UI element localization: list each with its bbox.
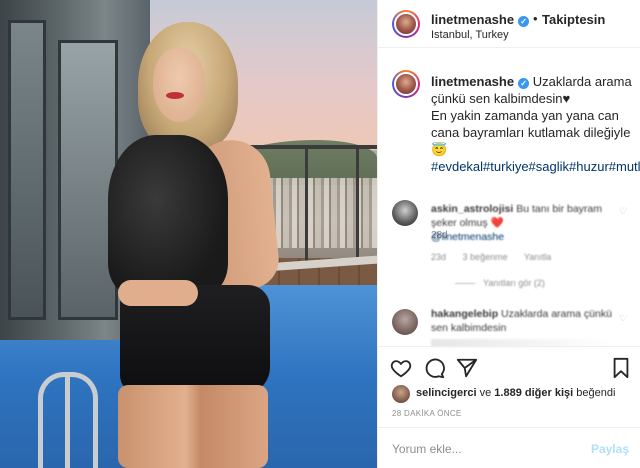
action-bar (378, 346, 640, 386)
view-replies-button[interactable]: Yanıtları gör (2) (455, 278, 545, 288)
comment-input[interactable] (392, 438, 582, 460)
photo-person-top (108, 135, 228, 295)
commenter-username[interactable]: askin_astrolojisi (431, 203, 513, 215)
bookmark-icon[interactable] (610, 357, 632, 379)
likes-summary: selincigerci ve 1.889 diğer kişi beğendi (378, 384, 640, 404)
photo-person-hands (118, 280, 198, 306)
header-separator: • (533, 11, 538, 26)
follow-status-button[interactable]: Takiptesin (542, 12, 605, 27)
verified-badge-icon: ✓ (518, 16, 530, 27)
share-icon[interactable] (456, 357, 478, 379)
post-header: linetmenashe ✓ • Takiptesin Istanbul, Tur… (378, 0, 640, 48)
photo-railing-post (356, 145, 359, 265)
heart-icon[interactable] (390, 357, 412, 379)
post-comment-button[interactable]: Paylaş (591, 442, 629, 456)
caption-text: linetmenashe ✓ Uzaklarda arama çünkü sen … (431, 73, 640, 175)
likes-connector: ve (479, 387, 492, 399)
comment-mention[interactable]: @linetmenashe (431, 231, 504, 243)
comment-likes[interactable]: 3 beğenme (463, 252, 508, 262)
comment-composer: Paylaş (378, 427, 640, 468)
photo-window (8, 20, 46, 320)
liker-avatar[interactable] (392, 385, 410, 403)
comment-like-icon[interactable]: ♡ (619, 206, 629, 216)
caption-line-2: En yakin zamanda yan yana can cana bayra… (431, 108, 631, 157)
post-date: 28 DAKİKA ÖNCE (392, 409, 462, 418)
instagram-post: linetmenashe ✓ • Takiptesin Istanbul, Tur… (0, 0, 640, 468)
comment-like-icon[interactable]: ♡ (619, 313, 629, 323)
likes-suffix: beğendi (576, 387, 616, 399)
photo-person-face (153, 48, 205, 122)
photo-person-lips (166, 92, 184, 99)
profile-avatar[interactable] (392, 10, 420, 38)
comment-time: 23d (431, 252, 447, 262)
comment-text: hakangelebip Uzaklarda arama çünkü sen k… (431, 307, 616, 335)
comment-text: askin_astrolojisi Bu tanı bir bayram şek… (431, 202, 616, 244)
liker-username[interactable]: selincigerci (416, 387, 477, 399)
photo-railing-post (305, 145, 308, 265)
photo-pool-ladder (38, 372, 98, 468)
caption-username[interactable]: linetmenashe (431, 74, 514, 89)
likes-text: selincigerci ve 1.889 diğer kişi beğendi (416, 387, 615, 399)
commenter-avatar[interactable] (392, 309, 418, 335)
comment-emoji: ❤️ (490, 217, 504, 229)
likes-others-link[interactable]: 1.889 diğer kişi (494, 387, 573, 399)
header-username[interactable]: linetmenashe ✓ (431, 12, 530, 27)
comment-meta: 23d 3 beğenme Yanıtla (431, 252, 565, 262)
comment-reply-button[interactable]: Yanıtla (524, 252, 551, 262)
commenter-avatar[interactable] (392, 200, 418, 226)
photo-person-legs (118, 385, 268, 468)
verified-badge-icon: ✓ (518, 78, 530, 89)
caption-hashtags[interactable]: #evdekal#turkiye#saglik#huzur#mutluluk (431, 159, 640, 174)
caption-avatar[interactable] (392, 70, 420, 98)
comment-icon[interactable] (423, 357, 445, 379)
commenter-username[interactable]: hakangelebip (431, 308, 498, 320)
post-photo[interactable] (0, 0, 377, 468)
post-side-panel: linetmenashe ✓ • Takiptesin Istanbul, Tur… (377, 0, 640, 468)
post-location[interactable]: Istanbul, Turkey (431, 29, 509, 41)
